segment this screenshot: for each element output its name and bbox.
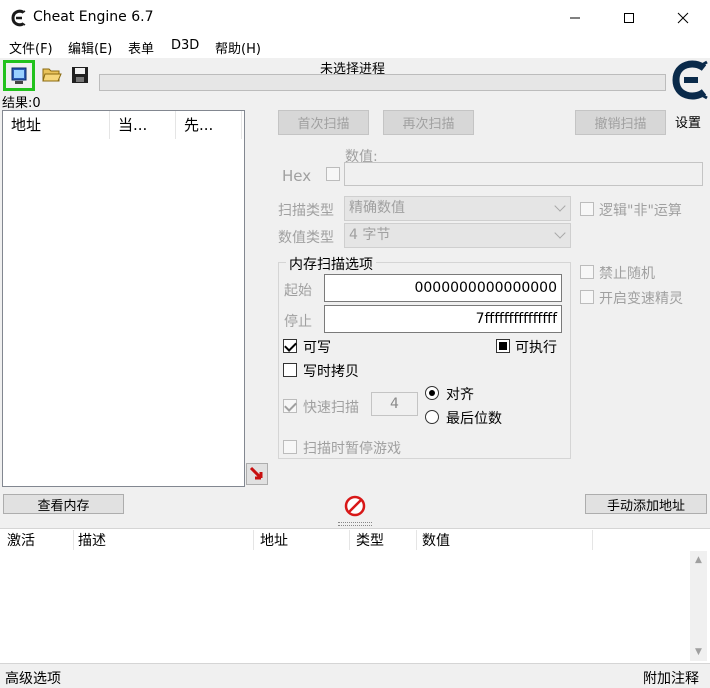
chevron-down-icon xyxy=(554,200,566,212)
start-address-label: 起始 xyxy=(284,283,312,299)
scan-type-select[interactable]: 精确数值 xyxy=(344,196,571,221)
column-separator xyxy=(73,530,74,550)
results-column-current[interactable]: 当... xyxy=(110,111,176,139)
executable-checkbox[interactable] xyxy=(496,339,510,353)
first-scan-button[interactable]: 首次扫描 xyxy=(278,110,369,135)
add-to-list-button[interactable] xyxy=(246,463,268,485)
speedhack-label: 开启变速精灵 xyxy=(599,291,683,307)
executable-label: 可执行 xyxy=(515,340,557,356)
column-description[interactable]: 描述 xyxy=(78,530,106,550)
minimize-button[interactable] xyxy=(548,0,602,36)
stop-address-label: 停止 xyxy=(284,314,312,330)
writable-checkbox[interactable] xyxy=(283,339,297,353)
fast-scan-label: 快速扫描 xyxy=(303,400,359,416)
save-button[interactable] xyxy=(67,62,93,88)
status-bar xyxy=(0,663,710,688)
splitter-grip[interactable] xyxy=(338,522,372,526)
add-address-manually-button[interactable]: 手动添加地址 xyxy=(585,494,707,514)
last-digits-label: 最后位数 xyxy=(446,411,502,427)
column-separator xyxy=(416,530,417,550)
value-type-label: 数值类型 xyxy=(278,230,334,246)
column-separator xyxy=(349,530,350,550)
no-entry-icon xyxy=(344,495,366,517)
open-process-button[interactable] xyxy=(3,60,35,91)
writable-label: 可写 xyxy=(303,340,331,356)
value-input[interactable] xyxy=(344,162,703,186)
fast-scan-checkbox[interactable] xyxy=(283,399,297,413)
menu-file[interactable]: 文件(F) xyxy=(9,38,53,57)
view-memory-button[interactable]: 查看内存 xyxy=(3,494,124,514)
maximize-button[interactable] xyxy=(602,0,656,36)
column-type[interactable]: 类型 xyxy=(356,530,384,550)
no-random-checkbox[interactable] xyxy=(580,265,594,279)
open-file-icon xyxy=(42,68,62,82)
scan-type-value: 精确数值 xyxy=(349,200,405,216)
align-label: 对齐 xyxy=(446,387,474,403)
table-extras-link[interactable]: 附加注释 xyxy=(643,668,699,688)
advanced-options-link[interactable]: 高级选项 xyxy=(5,668,61,688)
column-address[interactable]: 地址 xyxy=(260,530,288,550)
pause-game-label: 扫描时暂停游戏 xyxy=(303,441,401,457)
column-separator xyxy=(592,530,593,550)
red-arrow-icon xyxy=(249,466,263,480)
pause-game-checkbox[interactable] xyxy=(283,440,297,454)
menu-edit[interactable]: 编辑(E) xyxy=(68,38,112,57)
hex-checkbox[interactable] xyxy=(326,167,340,181)
speedhack-checkbox[interactable] xyxy=(580,290,594,304)
scroll-down-icon[interactable]: ▼ xyxy=(690,643,707,660)
menu-table[interactable]: 表单 xyxy=(128,38,154,57)
align-radio[interactable] xyxy=(425,386,439,400)
maximize-icon xyxy=(624,13,634,23)
scan-type-label: 扫描类型 xyxy=(278,203,334,219)
copy-on-write-label: 写时拷贝 xyxy=(303,364,359,380)
value-type-select[interactable]: 4 字节 xyxy=(344,223,571,248)
column-active[interactable]: 激活 xyxy=(7,530,35,550)
settings-link[interactable]: 设置 xyxy=(675,112,701,131)
value-type-value: 4 字节 xyxy=(349,227,391,243)
cheat-engine-logo[interactable] xyxy=(670,58,710,114)
column-value[interactable]: 数值 xyxy=(422,530,450,550)
hex-label: Hex xyxy=(282,167,312,185)
scan-progress-bar xyxy=(99,74,666,91)
address-table[interactable] xyxy=(0,528,710,663)
undo-scan-button[interactable]: 撤销扫描 xyxy=(575,110,666,135)
logic-not-checkbox[interactable] xyxy=(580,202,594,216)
last-digits-radio[interactable] xyxy=(425,410,439,424)
fast-scan-alignment-input[interactable]: 4 xyxy=(371,392,418,416)
cheat-engine-icon xyxy=(10,9,28,27)
menu-d3d[interactable]: D3D xyxy=(171,38,199,53)
next-scan-button[interactable]: 再次扫描 xyxy=(383,110,474,135)
results-column-previous[interactable]: 先... xyxy=(176,111,242,139)
stop-address-input[interactable]: 7fffffffffffffff xyxy=(324,305,562,333)
close-button[interactable] xyxy=(656,0,710,36)
start-address-input[interactable]: 0000000000000000 xyxy=(324,274,562,302)
memory-scan-options-title: 内存扫描选项 xyxy=(286,254,376,274)
menu-help[interactable]: 帮助(H) xyxy=(215,38,261,57)
logic-not-label: 逻辑"非"运算 xyxy=(599,203,682,219)
close-icon xyxy=(677,12,689,24)
open-file-button[interactable] xyxy=(39,62,65,88)
window-title: Cheat Engine 6.7 xyxy=(33,9,154,25)
no-random-label: 禁止随机 xyxy=(599,266,655,282)
chevron-down-icon xyxy=(554,227,566,239)
open-process-icon xyxy=(11,67,27,84)
results-column-address[interactable]: 地址 xyxy=(3,111,110,139)
minimize-icon xyxy=(570,17,580,19)
clear-list-button[interactable] xyxy=(344,495,366,517)
column-separator xyxy=(253,530,254,550)
results-list[interactable]: 地址 当... 先... xyxy=(2,110,245,487)
save-icon xyxy=(72,67,88,83)
results-count: 结果:0 xyxy=(2,96,41,111)
copy-on-write-checkbox[interactable] xyxy=(283,363,297,377)
scroll-up-icon[interactable]: ▲ xyxy=(690,551,707,568)
